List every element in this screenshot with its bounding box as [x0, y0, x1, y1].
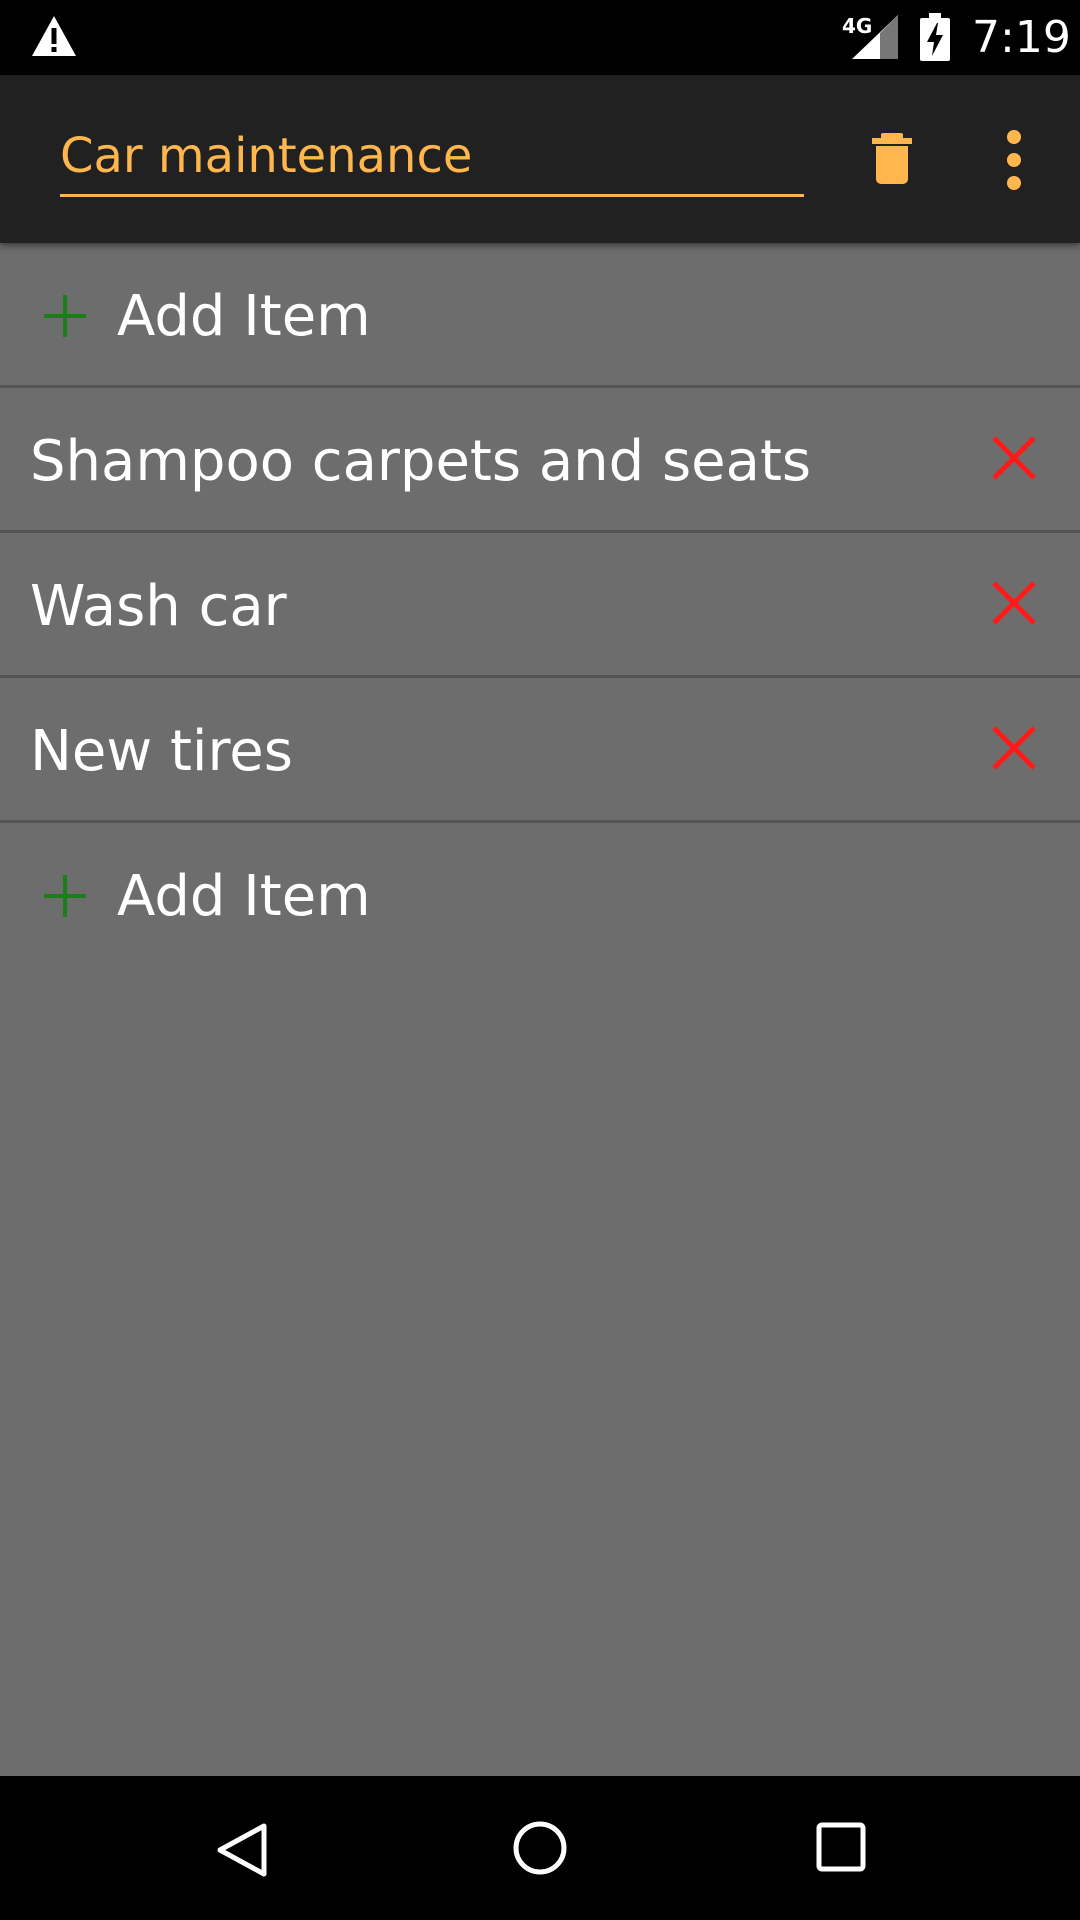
list-item[interactable]: Wash car	[0, 533, 1080, 678]
list-item[interactable]: New tires	[0, 678, 1080, 823]
trash-icon[interactable]	[862, 129, 922, 189]
delete-icon[interactable]	[990, 724, 1038, 772]
status-bar: 4G 7:19	[0, 0, 1080, 75]
add-item-label: Add Item	[117, 284, 371, 349]
delete-icon[interactable]	[990, 434, 1038, 482]
app-screen: 4G 7:19 Car maintenance Add Item Shampoo…	[0, 0, 1080, 1920]
plus-icon	[44, 875, 86, 917]
warning-icon	[32, 16, 76, 56]
signal-icon	[852, 15, 898, 59]
battery-charging-icon	[920, 13, 950, 61]
list-title-input[interactable]	[60, 123, 804, 189]
navigation-bar	[0, 1776, 1080, 1920]
list-item-label: New tires	[30, 719, 293, 784]
add-item-button-bottom[interactable]: Add Item	[0, 823, 1080, 965]
delete-icon[interactable]	[990, 579, 1038, 627]
overflow-menu-icon[interactable]	[998, 127, 1030, 193]
list-item[interactable]: Shampoo carpets and seats	[0, 388, 1080, 533]
add-item-button-top[interactable]: Add Item	[0, 243, 1080, 388]
home-icon[interactable]	[512, 1820, 568, 1876]
toolbar	[0, 75, 1080, 243]
item-list: Add Item Shampoo carpets and seats Wash …	[0, 243, 1080, 1776]
list-title-field[interactable]	[60, 123, 804, 197]
list-item-label: Shampoo carpets and seats	[30, 429, 812, 494]
add-item-label: Add Item	[117, 864, 371, 929]
recents-icon[interactable]	[814, 1820, 868, 1874]
list-item-label: Wash car	[30, 574, 287, 639]
plus-icon	[44, 295, 86, 337]
clock: 7:19	[972, 12, 1071, 63]
back-icon[interactable]	[214, 1820, 270, 1880]
